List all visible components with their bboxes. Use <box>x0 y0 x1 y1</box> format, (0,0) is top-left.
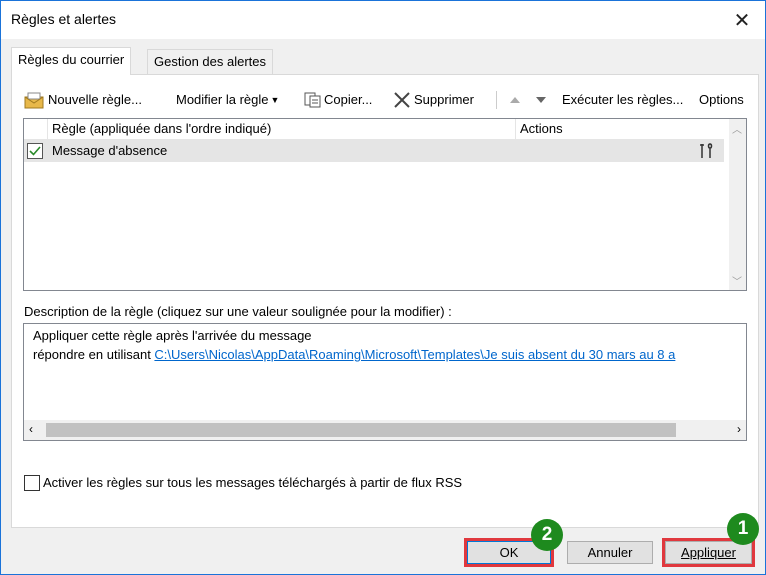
step-2-badge: 2 <box>531 519 563 551</box>
rules-list-scrollbar[interactable]: ︿ ﹀ <box>729 119 746 290</box>
rule-row[interactable]: Message d'absence <box>24 140 724 162</box>
modify-rule-button[interactable]: Modifier la règle ▼ <box>176 89 279 111</box>
toolbar-separator <box>496 91 497 109</box>
move-down-button[interactable] <box>534 89 550 111</box>
checkmark-icon <box>29 146 41 156</box>
apply-label: Appliquer <box>681 545 736 560</box>
run-rules-button[interactable]: Exécuter les règles... <box>562 89 683 111</box>
tab-manage-alerts[interactable]: Gestion des alertes <box>147 49 274 75</box>
tab-mail-rules[interactable]: Règles du courrier <box>11 47 132 75</box>
new-rule-icon <box>24 92 44 109</box>
checkbox-column-header <box>24 119 48 139</box>
rules-list-header: Règle (appliquée dans l'ordre indiqué) A… <box>24 119 724 140</box>
description-line-1: Appliquer cette règle après l'arrivée du… <box>33 328 312 343</box>
options-button[interactable]: Options <box>699 89 744 111</box>
copy-rule-button[interactable]: Copier... <box>304 89 372 111</box>
rules-toolbar: Nouvelle règle... Modifier la règle ▼ Co… <box>24 89 750 111</box>
arrow-up-icon <box>510 97 520 103</box>
template-path-link[interactable]: C:\Users\Nicolas\AppData\Roaming\Microso… <box>154 347 675 362</box>
rss-rules-label[interactable]: Activer les règles sur tous les messages… <box>43 475 462 490</box>
modify-rule-label: Modifier la règle <box>176 92 269 107</box>
scroll-up-icon[interactable]: ︿ <box>732 121 742 136</box>
scroll-thumb[interactable] <box>46 423 676 437</box>
title-bar: Règles et alertes ✕ <box>1 1 765 39</box>
arrow-down-icon <box>536 97 546 103</box>
scroll-down-icon[interactable]: ﹀ <box>732 273 742 288</box>
actions-column-header[interactable]: Actions <box>516 119 724 139</box>
scroll-left-icon[interactable]: ‹ <box>29 422 33 436</box>
rules-alerts-dialog: Règles et alertes ✕ Règles du courrier G… <box>0 0 766 575</box>
close-icon[interactable]: ✕ <box>719 1 765 39</box>
mail-rules-panel: Nouvelle règle... Modifier la règle ▼ Co… <box>11 74 759 528</box>
delete-label: Supprimer <box>414 92 474 107</box>
description-line-2: répondre en utilisant C:\Users\Nicolas\A… <box>33 347 743 362</box>
rule-column-header[interactable]: Règle (appliquée dans l'ordre indiqué) <box>48 119 516 139</box>
new-rule-button[interactable]: Nouvelle règle... <box>24 89 142 111</box>
dropdown-arrow-icon: ▼ <box>270 95 280 105</box>
step-1-badge: 1 <box>727 513 759 545</box>
rule-name: Message d'absence <box>52 143 168 158</box>
cancel-button[interactable]: Annuler <box>567 541 653 564</box>
tools-icon <box>700 143 713 158</box>
new-rule-label: Nouvelle règle... <box>48 92 142 107</box>
rule-description-label: Description de la règle (cliquez sur une… <box>24 304 452 319</box>
window-title: Règles et alertes <box>11 11 117 27</box>
delete-x-icon <box>394 92 410 108</box>
description-line-2-prefix: répondre en utilisant <box>33 347 155 362</box>
scroll-right-icon[interactable]: › <box>737 422 741 436</box>
copy-label: Copier... <box>324 92 373 107</box>
rss-rules-checkbox[interactable] <box>24 475 40 491</box>
description-horizontal-scrollbar[interactable]: ‹ › <box>24 420 746 440</box>
move-up-button[interactable] <box>508 89 524 111</box>
delete-rule-button[interactable]: Supprimer <box>392 89 474 111</box>
rule-enabled-checkbox[interactable] <box>27 143 43 159</box>
rule-description-box: Appliquer cette règle après l'arrivée du… <box>23 323 747 441</box>
rules-list[interactable]: Règle (appliquée dans l'ordre indiqué) A… <box>23 118 747 291</box>
copy-icon <box>304 92 321 108</box>
